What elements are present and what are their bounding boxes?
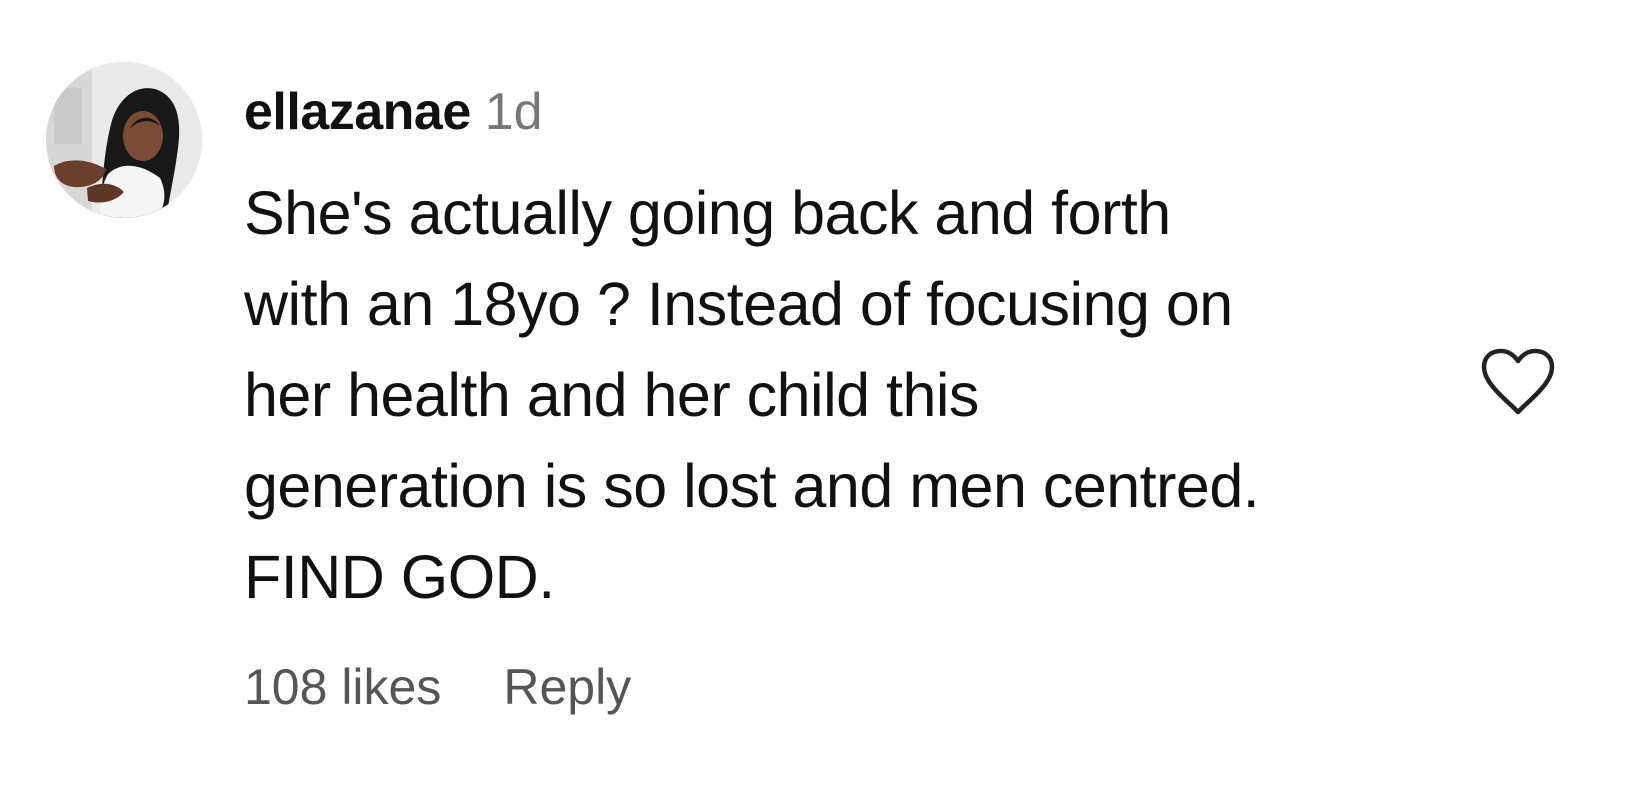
- likes-count[interactable]: 108 likes: [244, 658, 441, 716]
- avatar-image: [46, 62, 202, 218]
- like-button[interactable]: [1478, 346, 1558, 418]
- comment-container: ellazanae 1d She's actually going back a…: [0, 0, 1644, 800]
- heart-outline-icon: [1481, 348, 1555, 415]
- reply-button[interactable]: Reply: [503, 658, 631, 716]
- comment-text-line-4: generation is so lost and men centred.: [244, 452, 1260, 520]
- username[interactable]: ellazanae: [244, 82, 471, 142]
- user-avatar[interactable]: [46, 62, 202, 218]
- comment-actions: 108 likes Reply: [244, 658, 631, 716]
- comment-text-line-2: with an 18yo ? Instead of focusing on: [244, 270, 1233, 338]
- comment-text: She's actually going back and forth with…: [244, 168, 1464, 623]
- comment-text-line-3: her health and her child this: [244, 361, 979, 429]
- comment-timestamp: 1d: [484, 83, 543, 141]
- comment-text-line-1: She's actually going back and forth: [244, 179, 1171, 247]
- comment-text-line-5: FIND GOD.: [244, 543, 555, 611]
- comment-header: ellazanae 1d: [244, 82, 543, 146]
